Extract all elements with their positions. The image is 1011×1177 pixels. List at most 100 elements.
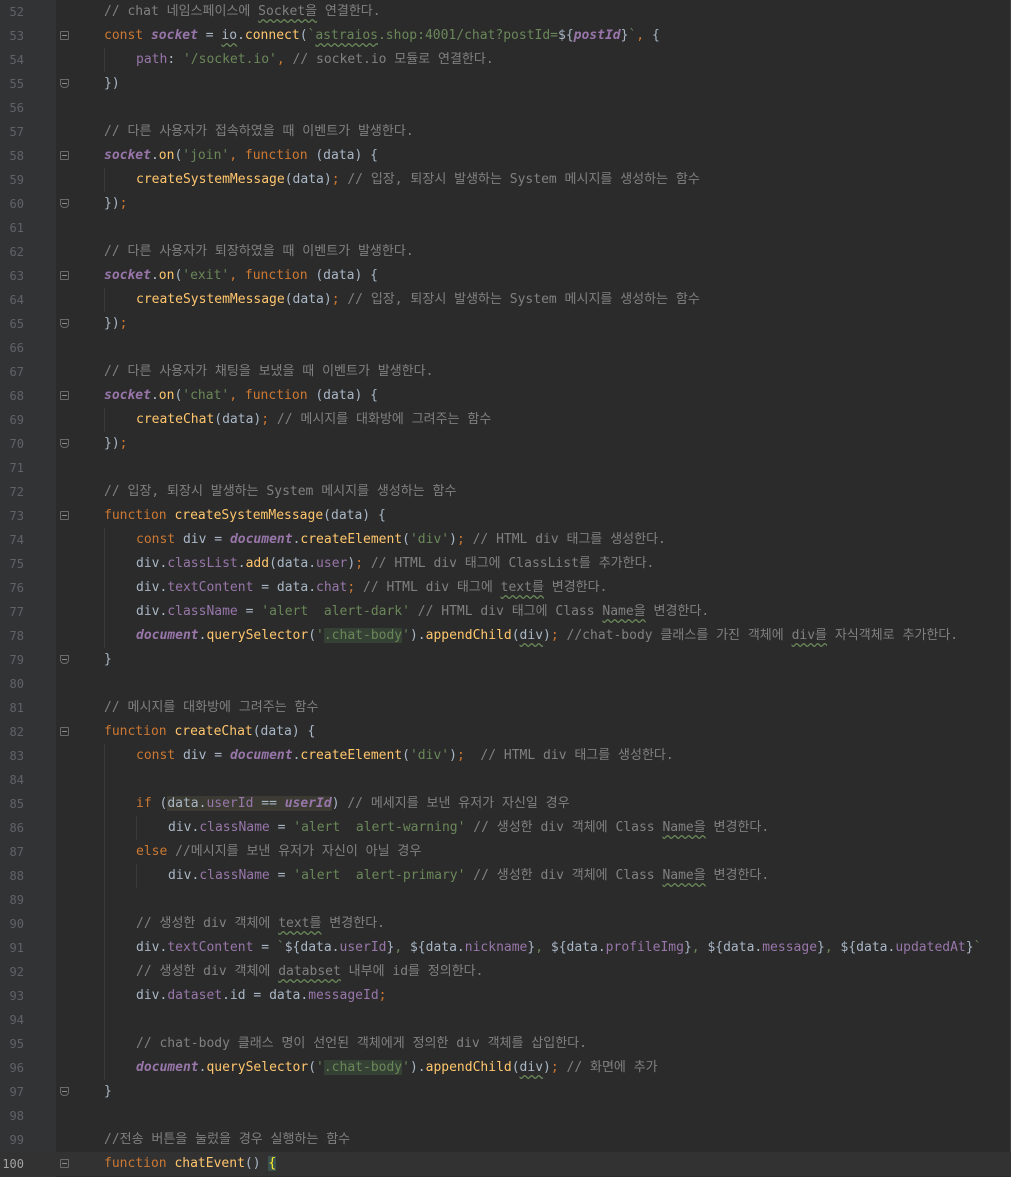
- code-line[interactable]: 58 socket.on('join', function (data) {: [0, 144, 1011, 168]
- code-token: // 생성한 div 객체에 Class: [473, 868, 663, 883]
- code-token: createSystemMessage: [174, 508, 324, 523]
- code-line[interactable]: 62 // 다른 사용자가 퇴장하였을 때 이벤트가 발생한다.: [0, 240, 1011, 264]
- code-line[interactable]: 54 path: '/socket.io', // socket.io 모듈로 연…: [0, 48, 1011, 72]
- code-token: ,: [394, 940, 410, 955]
- code-line[interactable]: 77 div.className = 'alert alert-dark' // …: [0, 600, 1011, 624]
- fold-end-icon[interactable]: [60, 199, 69, 208]
- code-line[interactable]: 75 div.classList.add(data.user); // HTML …: [0, 552, 1011, 576]
- fold-end-icon[interactable]: [60, 319, 69, 328]
- code-line[interactable]: 76 div.textContent = data.chat; // HTML d…: [0, 576, 1011, 600]
- code-line[interactable]: 96 document.querySelector('.chat-body').a…: [0, 1056, 1011, 1080]
- code-token: className: [167, 604, 238, 619]
- indent-guide: [104, 984, 105, 1008]
- code-token: ': [316, 628, 324, 643]
- code-line[interactable]: 99 //전송 버튼을 눌렀을 경우 실행하는 함수: [0, 1128, 1011, 1152]
- fold-collapse-icon[interactable]: [60, 727, 69, 736]
- fold-end-icon[interactable]: [60, 1087, 69, 1096]
- code-token: document: [229, 748, 293, 763]
- code-line[interactable]: 69 createChat(data); // 메시지를 대화방에 그려주는 함수: [0, 408, 1011, 432]
- code-token: 'alert alert-primary': [293, 868, 466, 883]
- code-token: (: [299, 28, 308, 43]
- fold-collapse-icon[interactable]: [60, 391, 69, 400]
- code-token: userId: [284, 796, 332, 811]
- code-text: function chatEvent() {: [104, 1152, 277, 1176]
- code-line[interactable]: 59 createSystemMessage(data); // 입장, 퇴장시 …: [0, 168, 1011, 192]
- code-line[interactable]: 82 function createChat(data) {: [0, 720, 1011, 744]
- code-line[interactable]: 95 // chat-body 클래스 명이 선언된 객체에게 정의한 div 객…: [0, 1032, 1011, 1056]
- code-token: // HTML div 태그를 생성한다.: [480, 748, 674, 763]
- code-token: ;: [261, 412, 277, 427]
- code-line[interactable]: 67 // 다른 사용자가 채팅을 보냈을 때 이벤트가 발생한다.: [0, 360, 1011, 384]
- code-line[interactable]: 72 // 입장, 퇴장시 발생하는 System 메시지를 생성하는 함수: [0, 480, 1011, 504]
- code-token: ;: [355, 556, 371, 571]
- code-line[interactable]: 56: [0, 96, 1011, 120]
- code-line[interactable]: 100 function chatEvent() {: [0, 1152, 1011, 1176]
- code-text: createSystemMessage(data); // 입장, 퇴장시 발생…: [136, 168, 700, 192]
- line-number: 56: [9, 101, 24, 115]
- code-token: .: [237, 556, 246, 571]
- code-line[interactable]: 66: [0, 336, 1011, 360]
- code-line[interactable]: 63 socket.on('exit', function (data) {: [0, 264, 1011, 288]
- code-token: // 화면에 추가: [566, 1060, 658, 1075]
- code-line[interactable]: 73 function createSystemMessage(data) {: [0, 504, 1011, 528]
- code-line[interactable]: 71: [0, 456, 1011, 480]
- code-line[interactable]: 88 div.className = 'alert alert-primary' …: [0, 864, 1011, 888]
- indent-guide: [136, 864, 137, 888]
- code-line[interactable]: 93 div.dataset.id = data.messageId;: [0, 984, 1011, 1008]
- fold-end-icon[interactable]: [60, 439, 69, 448]
- code-text: // 다른 사용자가 접속하였을 때 이벤트가 발생한다.: [104, 120, 414, 144]
- code-token: // HTML div 태그에: [363, 580, 501, 595]
- code-line[interactable]: 68 socket.on('chat', function (data) {: [0, 384, 1011, 408]
- code-line[interactable]: 98: [0, 1104, 1011, 1128]
- line-number: 76: [9, 581, 24, 595]
- code-token: ).: [409, 628, 426, 643]
- code-line[interactable]: 65});: [0, 312, 1011, 336]
- code-token: ${data.: [550, 940, 606, 955]
- code-token: }): [104, 76, 120, 91]
- code-line[interactable]: 74 const div = document.createElement('di…: [0, 528, 1011, 552]
- code-line[interactable]: 90 // 생성한 div 객체에 text를 변경한다.: [0, 912, 1011, 936]
- code-line[interactable]: 97}: [0, 1080, 1011, 1104]
- code-line[interactable]: 87 else //메시지를 보낸 유저가 자신이 아닐 경우: [0, 840, 1011, 864]
- code-line[interactable]: 92 // 생성한 div 객체에 databset 내부에 id를 정의한다.: [0, 960, 1011, 984]
- code-line[interactable]: 84: [0, 768, 1011, 792]
- code-token: div.: [136, 940, 168, 955]
- code-line[interactable]: 89: [0, 888, 1011, 912]
- code-line[interactable]: 80: [0, 672, 1011, 696]
- code-token: ${data.: [707, 940, 763, 955]
- fold-end-icon[interactable]: [60, 655, 69, 664]
- code-line[interactable]: 57 // 다른 사용자가 접속하였을 때 이벤트가 발생한다.: [0, 120, 1011, 144]
- code-token: `: [973, 940, 982, 955]
- fold-collapse-icon[interactable]: [60, 151, 69, 160]
- fold-collapse-icon[interactable]: [60, 271, 69, 280]
- code-token: createChat: [174, 724, 253, 739]
- code-line[interactable]: 85 if (data.userId == userId) // 메세지를 보낸 …: [0, 792, 1011, 816]
- code-line[interactable]: 60});: [0, 192, 1011, 216]
- fold-collapse-icon[interactable]: [60, 1159, 69, 1168]
- code-line[interactable]: 64 createSystemMessage(data); // 입장, 퇴장시 …: [0, 288, 1011, 312]
- code-token: textContent: [167, 940, 254, 955]
- fold-collapse-icon[interactable]: [60, 31, 69, 40]
- code-token: ): [331, 796, 348, 811]
- code-token: '/socket.io': [182, 52, 277, 67]
- code-editor[interactable]: 52 // chat 네임스페이스에 Socket을 연결한다. 53 const s…: [0, 0, 1011, 1177]
- code-line[interactable]: 78 document.querySelector('.chat-body').a…: [0, 624, 1011, 648]
- fold-end-icon[interactable]: [60, 79, 69, 88]
- code-text: if (data.userId == userId) // 메세지를 보낸 유저…: [136, 792, 570, 816]
- code-line[interactable]: 53 const socket = io.connect(`astraios.sh…: [0, 24, 1011, 48]
- code-line[interactable]: 55}): [0, 72, 1011, 96]
- code-line[interactable]: 70});: [0, 432, 1011, 456]
- code-line[interactable]: 86 div.className = 'alert alert-warning' …: [0, 816, 1011, 840]
- code-line[interactable]: 61: [0, 216, 1011, 240]
- code-line[interactable]: 91 div.textContent = `${data.userId}, ${d…: [0, 936, 1011, 960]
- code-line[interactable]: 81 // 메시지를 대화방에 그려주는 함수: [0, 696, 1011, 720]
- fold-collapse-icon[interactable]: [60, 511, 69, 520]
- code-token: 연결한다.: [317, 4, 381, 19]
- code-line[interactable]: 52 // chat 네임스페이스에 Socket을 연결한다.: [0, 0, 1011, 24]
- code-line[interactable]: 83 const div = document.createElement('di…: [0, 744, 1011, 768]
- indent-guide: [104, 528, 105, 552]
- code-token: Name을: [602, 604, 646, 619]
- code-line[interactable]: 79}: [0, 648, 1011, 672]
- code-token: =: [269, 868, 294, 883]
- code-line[interactable]: 94: [0, 1008, 1011, 1032]
